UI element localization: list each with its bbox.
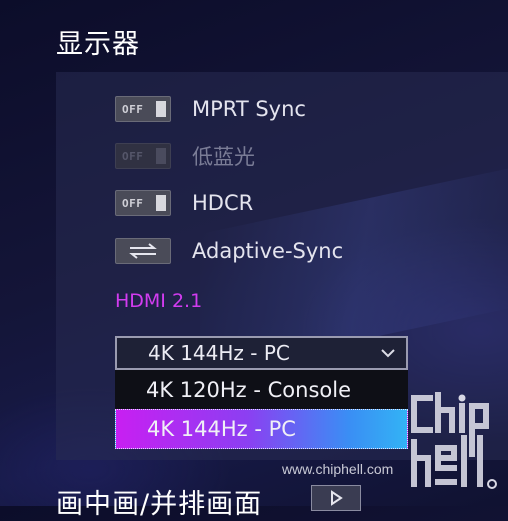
adaptive-sync-cycle-button[interactable] <box>115 238 171 264</box>
toggle-state-text: OFF <box>122 149 144 163</box>
hdcr-label: HDCR <box>192 191 254 215</box>
pip-enter-button[interactable] <box>311 485 361 511</box>
section-title: 显示器 <box>56 29 140 60</box>
option-label: 4K 120Hz - Console <box>146 377 351 402</box>
toggle-knob <box>156 148 166 164</box>
dropdown-option-pc[interactable]: 4K 144Hz - PC <box>115 409 408 449</box>
hdcr-toggle[interactable]: OFF <box>115 190 171 216</box>
toggle-state-text: OFF <box>122 196 144 210</box>
mprt-sync-label: MPRT Sync <box>192 97 306 121</box>
cycle-arrows-icon <box>129 243 157 259</box>
adaptive-sync-label: Adaptive-Sync <box>192 239 344 263</box>
low-blue-light-label: 低蓝光 <box>192 145 255 169</box>
setting-row-hdcr[interactable]: OFF HDCR <box>115 188 253 218</box>
hdmi-mode-value: 4K 144Hz - PC <box>148 341 290 365</box>
mprt-sync-toggle[interactable]: OFF <box>115 96 171 122</box>
low-blue-light-toggle: OFF <box>115 143 171 169</box>
setting-row-mprt-sync[interactable]: OFF MPRT Sync <box>115 94 306 124</box>
watermark-url: www.chiphell.com <box>282 461 394 477</box>
hdmi-heading: HDMI 2.1 <box>115 290 203 312</box>
toggle-state-text: OFF <box>122 102 144 116</box>
setting-row-low-blue-light: OFF 低蓝光 <box>115 141 255 171</box>
toggle-knob <box>156 101 166 117</box>
play-arrow-icon <box>331 490 343 506</box>
option-label: 4K 144Hz - PC <box>147 417 296 441</box>
hdmi-mode-select[interactable]: 4K 144Hz - PC <box>115 336 408 370</box>
chevron-down-icon <box>381 349 395 358</box>
chiphell-logo-watermark <box>411 392 497 489</box>
toggle-knob <box>156 195 166 211</box>
next-section-title: 画中画/并排画面 <box>56 489 263 520</box>
dropdown-option-console[interactable]: 4K 120Hz - Console <box>115 370 408 409</box>
setting-row-adaptive-sync[interactable]: Adaptive-Sync <box>115 236 343 266</box>
hdmi-mode-dropdown: 4K 120Hz - Console 4K 144Hz - PC <box>115 370 408 449</box>
